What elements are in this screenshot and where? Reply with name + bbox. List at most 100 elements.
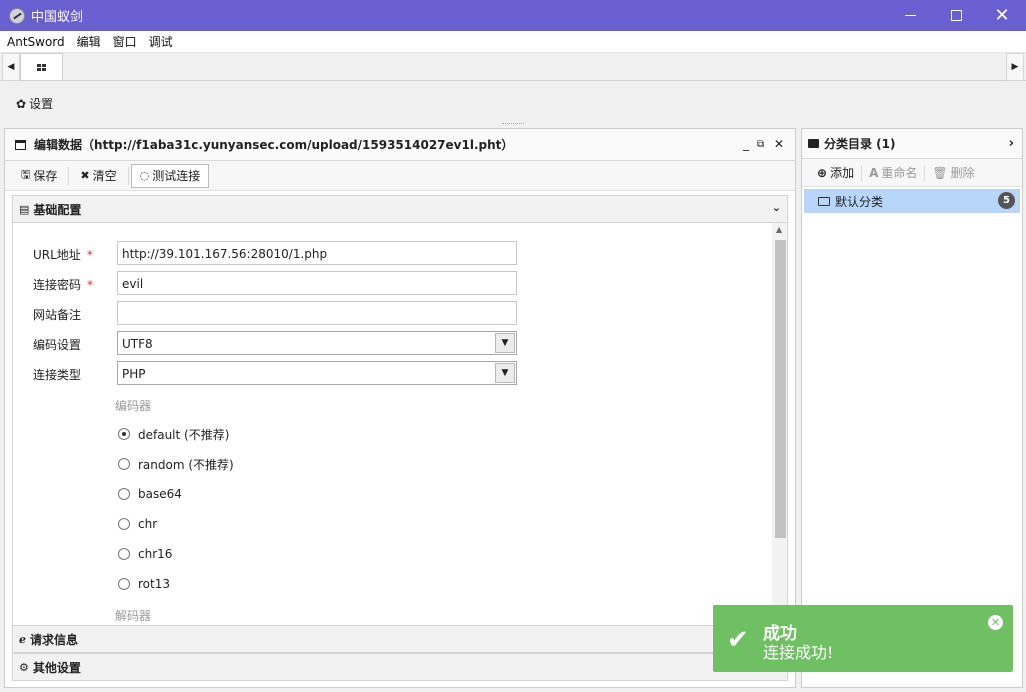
- font-icon: A: [869, 165, 879, 180]
- menu-antsword[interactable]: AntSword: [0, 31, 71, 53]
- document-icon: ▤: [19, 202, 30, 216]
- category-item-label: 默认分类: [835, 194, 884, 209]
- radio-icon: [118, 578, 130, 590]
- toolbar-divider: [127, 166, 129, 185]
- clear-icon: ✖: [80, 169, 90, 182]
- settings-label: 设置: [29, 97, 54, 111]
- note-row: 网站备注: [13, 301, 533, 325]
- encoder-group-label: 编码器: [115, 399, 152, 413]
- chevron-down-icon: ▼: [495, 363, 515, 383]
- panel-restore-button[interactable]: ⧉: [757, 139, 764, 150]
- menu-window[interactable]: 窗口: [107, 31, 143, 53]
- maximize-button[interactable]: [933, 0, 979, 31]
- toast-message: 连接成功!: [763, 643, 834, 662]
- window-title: 中国蚁剑: [31, 10, 84, 25]
- clear-button[interactable]: ✖ 清空: [71, 164, 125, 188]
- category-header: 分类目录 (1) ›: [802, 129, 1022, 159]
- radio-icon: [118, 548, 130, 560]
- encoder-option-default[interactable]: default (不推荐): [118, 426, 229, 442]
- menu-edit[interactable]: 编辑: [71, 31, 107, 53]
- window-icon: [15, 139, 26, 150]
- gear-icon: ✿: [16, 96, 27, 111]
- encoder-option-chr[interactable]: chr: [118, 516, 157, 532]
- basic-config-header[interactable]: ▤ 基础配置 ⌄: [12, 195, 788, 223]
- radio-checked-icon: [118, 428, 130, 440]
- other-settings-header[interactable]: ⚙ 其他设置 ⌃: [12, 653, 788, 681]
- type-value: PHP: [122, 367, 146, 381]
- edit-panel-header: 编辑数据（http://f1aba31c.yunyansec.com/uploa…: [5, 129, 795, 161]
- tab-home[interactable]: [20, 53, 63, 80]
- decoder-group-label: 解码器: [115, 609, 152, 623]
- spinner-icon: ◌: [139, 169, 150, 182]
- menu-debug[interactable]: 调试: [143, 31, 179, 53]
- scroll-up-icon[interactable]: ▲: [776, 225, 782, 234]
- form-scrollbar[interactable]: ▲ ▼: [772, 223, 787, 625]
- type-row: 连接类型 PHP ▼: [13, 361, 533, 385]
- radio-icon: [118, 488, 130, 500]
- encoder-option-base64[interactable]: base64: [118, 486, 182, 502]
- count-badge: 5: [998, 192, 1015, 209]
- note-input[interactable]: [117, 301, 517, 325]
- encoder-option-rot13[interactable]: rot13: [118, 576, 170, 592]
- delete-label: 删除: [950, 166, 975, 180]
- plus-circle-icon: ⊕: [817, 165, 828, 180]
- panel-close-button[interactable]: ✕: [774, 137, 784, 151]
- other-settings-label: 其他设置: [32, 660, 81, 675]
- note-label: 网站备注: [33, 308, 82, 322]
- rename-category-button[interactable]: A 重命名: [862, 164, 924, 181]
- basic-config-label: 基础配置: [33, 202, 82, 217]
- encoding-row: 编码设置 UTF8 ▼: [13, 331, 533, 355]
- encoder-label: rot13: [138, 577, 170, 591]
- request-info-label: 请求信息: [30, 632, 79, 647]
- delete-category-button[interactable]: 🗑 删除: [925, 164, 981, 181]
- chevron-down-icon: ⌄: [771, 201, 781, 214]
- tab-scroll-right-button[interactable]: ▶: [1006, 53, 1024, 81]
- password-label: 连接密码 *: [33, 278, 94, 292]
- test-connection-button[interactable]: ◌ 测试连接: [130, 163, 210, 188]
- encoding-select[interactable]: UTF8 ▼: [117, 331, 517, 355]
- radio-icon: [118, 458, 130, 470]
- encoder-label: default (不推荐): [138, 427, 230, 442]
- clear-label: 清空: [92, 169, 117, 183]
- folder-icon: [808, 139, 819, 148]
- add-label: 添加: [830, 166, 855, 180]
- encoder-option-chr16[interactable]: chr16: [118, 546, 172, 562]
- close-window-button[interactable]: ✕: [979, 0, 1025, 31]
- add-category-button[interactable]: ⊕ 添加: [810, 164, 861, 181]
- radio-icon: [118, 518, 130, 530]
- folder-open-icon: [818, 196, 830, 206]
- tab-strip: ◀ ▶: [0, 53, 1026, 81]
- password-input[interactable]: evil: [117, 271, 517, 295]
- antsword-logo-icon: [9, 7, 25, 24]
- splitter-handle[interactable]: [502, 123, 524, 126]
- minimize-button[interactable]: [887, 0, 933, 31]
- category-item-default[interactable]: 默认分类 5: [804, 189, 1020, 213]
- save-label: 保存: [33, 169, 58, 183]
- settings-bar: ✿ 设置: [0, 81, 1026, 125]
- tab-scroll-left-button[interactable]: ◀: [2, 53, 20, 81]
- ie-icon: ℯ: [19, 632, 26, 646]
- url-label: URL地址 *: [33, 248, 93, 262]
- grid-icon: [37, 63, 46, 71]
- settings-button[interactable]: ✿ 设置: [16, 95, 53, 112]
- save-button[interactable]: 🖫 保存: [12, 164, 66, 188]
- scrollbar-thumb[interactable]: [775, 240, 786, 538]
- edit-data-panel: 编辑数据（http://f1aba31c.yunyansec.com/uploa…: [4, 128, 796, 688]
- check-icon: ✔: [727, 625, 749, 655]
- trash-icon: 🗑: [932, 165, 948, 180]
- chevron-right-icon[interactable]: ›: [1009, 136, 1014, 151]
- panel-minimize-button[interactable]: _: [743, 137, 749, 151]
- url-input[interactable]: http://39.101.167.56:28010/1.php: [117, 241, 517, 265]
- encoding-value: UTF8: [122, 337, 153, 351]
- encoder-option-random[interactable]: random (不推荐): [118, 456, 234, 472]
- request-info-header[interactable]: ℯ 请求信息 ⌃: [12, 625, 788, 653]
- success-toast: ✔ 成功 连接成功! ✕: [713, 605, 1013, 672]
- encoder-label: chr: [138, 517, 158, 531]
- maximize-icon: [950, 10, 962, 21]
- type-select[interactable]: PHP ▼: [117, 361, 517, 385]
- toast-close-button[interactable]: ✕: [988, 615, 1003, 630]
- category-toolbar: ⊕ 添加 A 重命名 🗑 删除: [802, 159, 1022, 187]
- edit-toolbar: 🖫 保存 ✖ 清空 ◌ 测试连接: [5, 161, 795, 191]
- encoder-label: random (不推荐): [138, 457, 234, 472]
- cogs-icon: ⚙: [19, 660, 29, 674]
